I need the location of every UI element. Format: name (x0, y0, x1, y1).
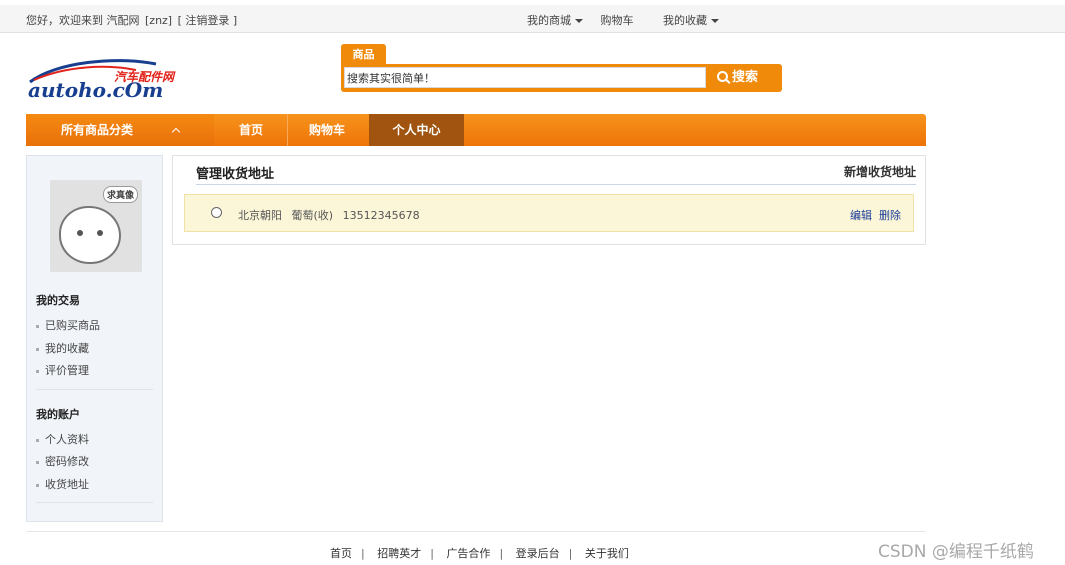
sidebar: 求真像 我的交易 已购买商品 我的收藏 评价管理 我的账户 个人资料 密码修改 … (26, 155, 163, 522)
avatar-face-icon (59, 206, 121, 264)
chevron-down-icon (711, 19, 719, 23)
sidebar-item-label: 个人资料 (45, 433, 89, 446)
username-link[interactable]: [znz] (145, 14, 172, 27)
sidebar-item-address[interactable]: 收货地址 (36, 476, 89, 492)
nav-categories-label: 所有商品分类 (60, 123, 133, 137)
avatar-tag: 求真像 (102, 186, 138, 203)
sidebar-item-profile[interactable]: 个人资料 (36, 431, 89, 447)
address-phone: 13512345678 (342, 209, 420, 222)
nav-home[interactable]: 首页 (216, 114, 286, 146)
footer-link-home[interactable]: 首页 (330, 547, 352, 560)
sidebar-item-label: 评价管理 (45, 364, 89, 377)
welcome-area: 您好，欢迎来到 汽配网 [znz] [ 注销登录 ] (26, 12, 239, 28)
top-cart-link[interactable]: 购物车 (601, 12, 634, 28)
sidebar-item-reviews[interactable]: 评价管理 (36, 362, 89, 378)
sidebar-item-label: 收货地址 (45, 478, 89, 491)
footer-separator: | (499, 547, 504, 560)
address-panel: 管理收货地址 新增收货地址 北京朝阳 葡萄(收) 13512345678 编辑 … (172, 155, 926, 245)
nav-all-categories[interactable]: 所有商品分类 (26, 114, 214, 146)
favorites-menu[interactable]: 我的收藏 (663, 12, 719, 28)
footer-separator: | (430, 547, 434, 560)
nav-user-center[interactable]: 个人中心 (369, 114, 464, 146)
sidebar-divider (36, 502, 153, 503)
sidebar-item-favorites[interactable]: 我的收藏 (36, 340, 89, 356)
my-mall-label: 我的商城 (527, 14, 571, 27)
search-button-label: 搜索 (732, 70, 759, 85)
page-title: 管理收货地址 (196, 167, 275, 182)
address-row: 北京朝阳 葡萄(收) 13512345678 编辑 删除 (184, 194, 914, 232)
sidebar-item-label: 已购买商品 (45, 319, 100, 332)
main-nav: 所有商品分类 首页 购物车 个人中心 (26, 114, 926, 146)
top-bar: 您好，欢迎来到 汽配网 [znz] [ 注销登录 ] 我的商城 购物车 我的收藏 (0, 5, 1065, 33)
sidebar-item-purchased[interactable]: 已购买商品 (36, 317, 100, 333)
sidebar-item-password[interactable]: 密码修改 (36, 453, 89, 469)
bullet-icon (36, 324, 39, 328)
search-input[interactable] (344, 67, 706, 88)
address-text: 北京朝阳 葡萄(收) 13512345678 (238, 207, 426, 223)
edit-address-link[interactable]: 编辑 (850, 207, 872, 223)
footer-separator: | (568, 547, 573, 560)
site-logo[interactable]: 汽车配件网 autoho.cOm (26, 56, 191, 104)
bullet-icon (36, 438, 39, 442)
footer-link-ads[interactable]: 广告合作 (446, 547, 490, 560)
welcome-text: 您好，欢迎来到 汽配网 (26, 14, 140, 27)
search-tab-goods[interactable]: 商品 (341, 44, 386, 65)
search-box: 搜索 (341, 64, 782, 92)
address-region: 北京朝阳 (238, 209, 282, 222)
my-mall-menu[interactable]: 我的商城 (527, 12, 583, 28)
sidebar-divider (36, 389, 153, 390)
footer-link-admin[interactable]: 登录后台 (516, 547, 560, 560)
address-radio[interactable] (211, 207, 222, 218)
logout-link[interactable]: [ 注销登录 ] (178, 14, 238, 27)
watermark: CSDN @编程千纸鹤 (878, 542, 1034, 562)
trade-section-title: 我的交易 (36, 294, 80, 307)
footer-links: 首页 | 招聘英才 | 广告合作 | 登录后台 | 关于我们 (330, 545, 629, 561)
avatar: 求真像 (50, 180, 142, 272)
sidebar-item-label: 密码修改 (45, 455, 89, 468)
account-section-title: 我的账户 (36, 408, 80, 421)
address-recipient: 葡萄(收) (291, 209, 334, 222)
footer-link-about[interactable]: 关于我们 (585, 547, 629, 560)
bullet-icon (36, 347, 39, 351)
nav-cart[interactable]: 购物车 (288, 114, 366, 146)
bullet-icon (36, 369, 39, 373)
chevron-down-icon (575, 19, 583, 23)
bullet-icon (36, 460, 39, 464)
search-button[interactable]: 搜索 (711, 67, 779, 89)
footer-separator: | (361, 547, 365, 560)
header-divider (196, 184, 916, 185)
search-icon (717, 71, 728, 82)
footer-divider (26, 531, 926, 532)
delete-address-link[interactable]: 删除 (879, 207, 901, 223)
footer-link-jobs[interactable]: 招聘英才 (377, 547, 421, 560)
favorites-label: 我的收藏 (663, 14, 707, 27)
bullet-icon (36, 483, 39, 487)
chevron-up-icon (171, 127, 181, 137)
sidebar-item-label: 我的收藏 (45, 342, 89, 355)
add-address-link[interactable]: 新增收货地址 (844, 163, 916, 180)
top-links: 我的商城 购物车 我的收藏 (527, 12, 733, 28)
logo-en-text: autoho.cOm (28, 78, 164, 102)
